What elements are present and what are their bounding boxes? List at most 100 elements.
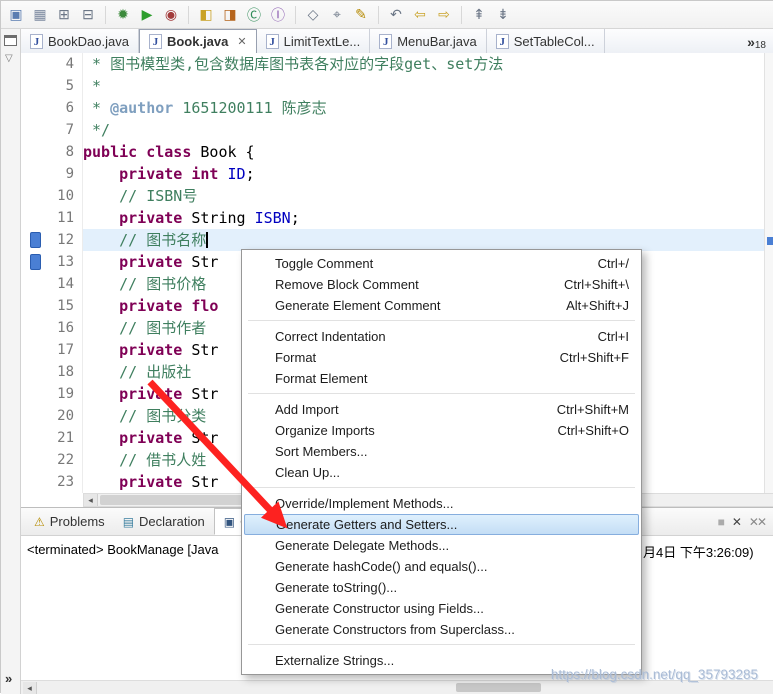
panel-tab-declaration[interactable]: ▤Declaration xyxy=(114,508,214,535)
code-token: Book { xyxy=(191,143,254,161)
code-token xyxy=(83,473,119,491)
line-number: 11 xyxy=(47,207,74,229)
menu-item-generate-getters-and-setters[interactable]: Generate Getters and Setters... xyxy=(244,514,639,535)
editor-tabbar: JBookDao.javaJBook.javaJLimitTextLe...JM… xyxy=(21,29,773,55)
code-line[interactable]: // 图书名称 xyxy=(83,229,773,251)
next-annotation-icon[interactable]: ⇟ xyxy=(492,4,514,26)
menu-item-label: Generate Getters and Setters... xyxy=(276,514,600,535)
code-line[interactable]: private int ID; xyxy=(83,163,773,185)
menu-item-toggle-comment[interactable]: Toggle CommentCtrl+/ xyxy=(242,253,641,274)
externalize-strings-icon[interactable]: ✎ xyxy=(350,4,372,26)
menu-item-generate-element-comment[interactable]: Generate Element CommentAlt+Shift+J xyxy=(242,295,641,316)
code-line[interactable]: public class Book { xyxy=(83,141,773,163)
export-icon[interactable]: ⊟ xyxy=(77,4,99,26)
code-line[interactable]: // ISBN号 xyxy=(83,185,773,207)
restore-view-icon[interactable] xyxy=(4,35,17,46)
scroll-left-icon[interactable] xyxy=(84,494,98,506)
editor-tab-limittextle[interactable]: JLimitTextLe... xyxy=(257,29,371,54)
console-horizontal-scrollbar[interactable] xyxy=(21,680,773,694)
code-token xyxy=(83,363,119,381)
code-token xyxy=(83,319,119,337)
new-wizard-icon[interactable]: ▣ xyxy=(5,4,27,26)
expand-views-icon[interactable] xyxy=(5,671,12,686)
new-interface-icon[interactable]: Ⓘ xyxy=(267,4,289,26)
code-line[interactable]: * 图书模型类,包含数据库图书表各对应的字段get、set方法 xyxy=(83,53,773,75)
menu-item-label: Remove Block Comment xyxy=(275,274,536,295)
editor-tab-bookdao-java[interactable]: JBookDao.java xyxy=(21,29,139,54)
menu-item-correct-indentation[interactable]: Correct IndentationCtrl+I xyxy=(242,326,641,347)
code-token: // 图书名称 xyxy=(119,231,206,249)
menu-item-clean-up[interactable]: Clean Up... xyxy=(242,462,641,483)
menu-item-shortcut: Ctrl+Shift+F xyxy=(560,347,629,368)
previous-annotation-icon[interactable]: ⇞ xyxy=(468,4,490,26)
java-file-icon: J xyxy=(496,34,509,49)
menu-item-override-implement-methods[interactable]: Override/Implement Methods... xyxy=(242,493,641,514)
back-icon[interactable]: ⇦ xyxy=(409,4,431,26)
toolbar-separator xyxy=(295,6,296,24)
new-package-icon[interactable]: ◨ xyxy=(219,4,241,26)
editor-tab-menubar-java[interactable]: JMenuBar.java xyxy=(370,29,487,54)
tab-overflow-chevron[interactable]: 18 xyxy=(747,29,773,54)
menu-item-label: Generate Delegate Methods... xyxy=(275,535,601,556)
open-type-icon[interactable]: ◇ xyxy=(302,4,324,26)
line-number: 14 xyxy=(47,273,74,295)
code-line[interactable]: private String ISBN; xyxy=(83,207,773,229)
new-class-icon[interactable]: Ⓒ xyxy=(243,4,265,26)
last-edit-location-icon[interactable]: ↶ xyxy=(385,4,407,26)
close-tab-icon[interactable] xyxy=(237,35,246,48)
line-number: 12 xyxy=(47,229,74,251)
code-token: // 图书价格 xyxy=(119,275,206,293)
menu-item-sort-members[interactable]: Sort Members... xyxy=(242,441,641,462)
menu-item-add-import[interactable]: Add ImportCtrl+Shift+M xyxy=(242,399,641,420)
menu-item-remove-block-comment[interactable]: Remove Block CommentCtrl+Shift+\ xyxy=(242,274,641,295)
menu-item-format[interactable]: FormatCtrl+Shift+F xyxy=(242,347,641,368)
editor-tab-settablecol[interactable]: JSetTableCol... xyxy=(487,29,605,54)
declaration-icon: ▤ xyxy=(123,515,134,529)
new-java-project-icon[interactable]: ◧ xyxy=(195,4,217,26)
menu-item-label: Generate hashCode() and equals()... xyxy=(275,556,601,577)
code-line[interactable]: */ xyxy=(83,119,773,141)
menu-item-label: Generate Constructor using Fields... xyxy=(275,598,601,619)
scroll-left-icon[interactable] xyxy=(23,682,37,694)
print-icon[interactable]: ⊞ xyxy=(53,4,75,26)
java-file-icon: J xyxy=(379,34,392,49)
remove-launch-icon[interactable]: ✕ xyxy=(732,515,740,529)
menu-item-generate-hashcode-and-equals[interactable]: Generate hashCode() and equals()... xyxy=(242,556,641,577)
code-line[interactable]: * @author 1651200111 陈彦志 xyxy=(83,97,773,119)
code-token: * xyxy=(83,99,110,117)
menu-item-generate-delegate-methods[interactable]: Generate Delegate Methods... xyxy=(242,535,641,556)
editor-context-menu: Toggle CommentCtrl+/Remove Block Comment… xyxy=(241,249,642,675)
debug-icon[interactable]: ✹ xyxy=(112,4,134,26)
editor-tab-label: BookDao.java xyxy=(48,34,129,49)
code-token: Str xyxy=(182,253,218,271)
menu-item-generate-tostring[interactable]: Generate toString()... xyxy=(242,577,641,598)
menu-item-generate-constructors-from-superclass[interactable]: Generate Constructors from Superclass... xyxy=(242,619,641,640)
run-icon[interactable]: ▶ xyxy=(136,4,158,26)
editor-tab-book-java[interactable]: JBook.java xyxy=(139,29,257,54)
panel-tab-problems[interactable]: ⚠Problems xyxy=(25,508,114,535)
code-token: // 借书人姓 xyxy=(119,451,206,469)
overview-ruler[interactable] xyxy=(764,53,773,493)
menu-separator xyxy=(242,483,641,493)
text-cursor xyxy=(206,232,208,248)
code-token xyxy=(83,209,119,227)
code-token: Str xyxy=(182,473,218,491)
menu-separator xyxy=(242,316,641,326)
terminate-icon[interactable]: ■ xyxy=(718,515,723,529)
code-token xyxy=(137,143,146,161)
menu-item-organize-imports[interactable]: Organize ImportsCtrl+Shift+O xyxy=(242,420,641,441)
code-token: String xyxy=(182,209,254,227)
code-line[interactable]: * xyxy=(83,75,773,97)
view-menu-chevron-icon[interactable] xyxy=(5,53,13,64)
save-icon[interactable]: ▦ xyxy=(29,4,51,26)
code-token xyxy=(83,341,119,359)
line-number: 22 xyxy=(47,449,74,471)
menu-item-format-element[interactable]: Format Element xyxy=(242,368,641,389)
scrollbar-thumb[interactable] xyxy=(456,683,541,692)
marker-ruler[interactable] xyxy=(21,53,47,493)
search-icon[interactable]: ⌖ xyxy=(326,4,348,26)
forward-icon[interactable]: ⇨ xyxy=(433,4,455,26)
menu-item-generate-constructor-using-fields[interactable]: Generate Constructor using Fields... xyxy=(242,598,641,619)
external-tools-icon[interactable]: ◉ xyxy=(160,4,182,26)
remove-all-launches-icon[interactable]: ✕✕ xyxy=(749,515,765,529)
